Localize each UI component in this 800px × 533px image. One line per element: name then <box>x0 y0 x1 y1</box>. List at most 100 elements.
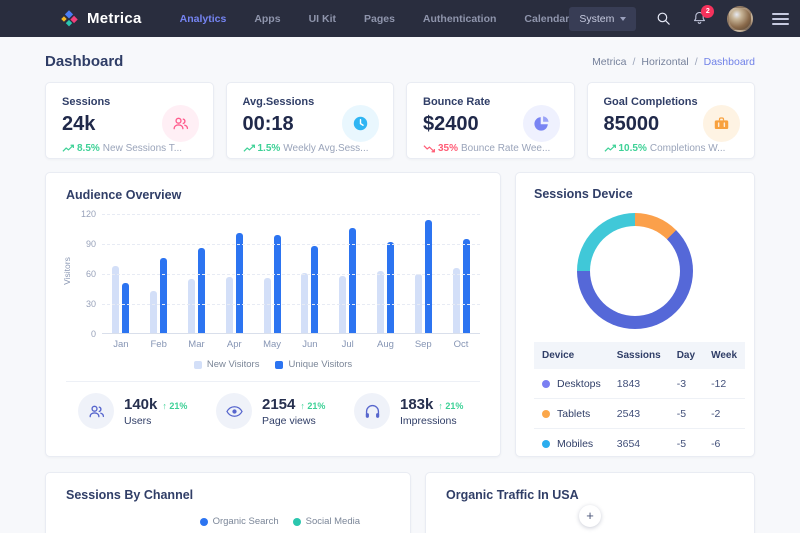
menu-toggle-icon[interactable] <box>772 13 789 25</box>
device-table-header: Week <box>703 342 745 369</box>
notification-badge: 2 <box>701 5 714 18</box>
legend-marker <box>275 361 283 369</box>
user-avatar[interactable] <box>727 6 753 32</box>
device-table-header: Day <box>669 342 703 369</box>
stat-description: 35% Bounce Rate Wee... <box>423 143 558 154</box>
trend-down-icon <box>423 144 435 153</box>
bar-unique-visitors[interactable] <box>160 258 167 333</box>
table-row-desktops[interactable]: Desktops1843-3-12 <box>534 369 745 399</box>
nav-item-analytics[interactable]: Analytics <box>180 13 227 25</box>
stat-desc-text: Weekly Avg.Sess... <box>283 143 368 154</box>
audience-bar-chart[interactable]: Visitors 0306090120 JanFebMarAprMayJunJu… <box>66 214 480 350</box>
legend-item-new-visitors[interactable]: New Visitors <box>194 359 260 370</box>
breadcrumb-item-metrica[interactable]: Metrica <box>592 56 626 68</box>
search-button[interactable] <box>655 10 672 27</box>
bar-unique-visitors[interactable] <box>425 220 432 333</box>
audience-stat-users: 140k ↑ 21% Users <box>66 393 204 429</box>
stat-card-goal-completions[interactable]: Goal Completions 85000 10.5% Completions… <box>587 82 756 159</box>
stat-card-sessions[interactable]: Sessions 24k 8.5% New Sessions T... <box>45 82 214 159</box>
nav-item-ui-kit[interactable]: UI Kit <box>309 13 336 25</box>
stat-pct: 35% <box>438 143 458 154</box>
audience-stat-label: Impressions <box>400 415 463 427</box>
bar-new-visitors[interactable] <box>301 273 308 333</box>
breadcrumb-item-dashboard[interactable]: Dashboard <box>704 56 755 68</box>
y-tick: 60 <box>86 269 96 279</box>
legend-marker <box>293 518 301 526</box>
sessions-device-title: Sessions Device <box>534 187 736 201</box>
brand-logo[interactable]: Metrica <box>58 8 142 30</box>
breadcrumb-separator: / <box>633 56 636 68</box>
bar-new-visitors[interactable] <box>453 268 460 333</box>
trend-up-icon <box>62 144 74 153</box>
audience-stat-pct: ↑ 21% <box>162 401 187 411</box>
x-tick: May <box>253 339 291 350</box>
device-dot-icon <box>542 410 550 418</box>
nav-item-calendar[interactable]: Calendar <box>524 13 569 25</box>
table-row-tablets[interactable]: Tablets2543-5-2 <box>534 399 745 429</box>
device-name: Desktops <box>557 378 601 390</box>
legend-item-organic-search[interactable]: Organic Search <box>200 516 279 527</box>
bottom-row: Sessions By Channel Organic Search Social… <box>45 472 755 533</box>
stat-desc-text: Bounce Rate Wee... <box>461 143 550 154</box>
audience-stat-impressions: 183k ↑ 21% Impressions <box>342 393 480 429</box>
bar-unique-visitors[interactable] <box>198 248 205 333</box>
bar-new-visitors[interactable] <box>264 278 271 333</box>
x-tick: Apr <box>215 339 253 350</box>
nav-item-apps[interactable]: Apps <box>254 13 280 25</box>
chevron-down-icon <box>620 17 626 21</box>
bar-unique-visitors[interactable] <box>463 239 470 333</box>
legend-item-social-media[interactable]: Social Media <box>293 516 360 527</box>
device-table: DeviceSassionsDayWeek Desktops1843-3-12T… <box>534 342 745 457</box>
audience-stat-value: 140k <box>124 396 157 413</box>
bar-unique-visitors[interactable] <box>122 283 129 333</box>
audience-stat-label: Users <box>124 415 187 427</box>
stat-card-avg-sessions[interactable]: Avg.Sessions 00:18 1.5% Weekly Avg.Sess.… <box>226 82 395 159</box>
x-tick: Jun <box>291 339 329 350</box>
x-tick: Jul <box>329 339 367 350</box>
clock-icon <box>342 105 379 142</box>
bar-new-visitors[interactable] <box>150 291 157 333</box>
x-tick: Feb <box>140 339 178 350</box>
bar-new-visitors[interactable] <box>112 266 119 333</box>
audience-stat-pct: ↑ 21% <box>438 401 463 411</box>
legend-item-unique-visitors[interactable]: Unique Visitors <box>275 359 352 370</box>
bar-unique-visitors[interactable] <box>274 235 281 333</box>
search-icon <box>655 10 672 27</box>
bar-unique-visitors[interactable] <box>236 233 243 333</box>
y-tick: 0 <box>91 329 96 339</box>
gridline <box>102 304 480 305</box>
device-table-header: Sassions <box>609 342 669 369</box>
nav-item-authentication[interactable]: Authentication <box>423 13 497 25</box>
breadcrumb-item-horizontal[interactable]: Horizontal <box>641 56 688 68</box>
stat-card-bounce-rate[interactable]: Bounce Rate $2400 35% Bounce Rate Wee... <box>406 82 575 159</box>
legend-marker <box>194 361 202 369</box>
device-week: -2 <box>703 399 745 429</box>
device-dot-icon <box>542 440 550 448</box>
bar-new-visitors[interactable] <box>188 279 195 333</box>
notifications-button[interactable]: 2 <box>691 10 708 27</box>
page-title: Dashboard <box>45 53 123 70</box>
table-row-mobiles[interactable]: Mobiles3654-5-6 <box>534 429 745 458</box>
main-row: Audience Overview Visitors 0306090120 Ja… <box>45 172 755 457</box>
x-tick: Jan <box>102 339 140 350</box>
bar-new-visitors[interactable] <box>226 277 233 333</box>
bar-new-visitors[interactable] <box>377 271 384 333</box>
device-week: -12 <box>703 369 745 399</box>
sessions-by-channel-title: Sessions By Channel <box>66 488 390 502</box>
breadcrumb-separator: / <box>695 56 698 68</box>
bar-unique-visitors[interactable] <box>387 242 394 333</box>
device-day: -3 <box>669 369 703 399</box>
nav-item-pages[interactable]: Pages <box>364 13 395 25</box>
headphones-icon <box>354 393 390 429</box>
stat-desc-text: New Sessions T... <box>103 143 182 154</box>
pie-chart-icon <box>523 105 560 142</box>
system-dropdown[interactable]: System <box>569 7 636 31</box>
stat-cards-row: Sessions 24k 8.5% New Sessions T... Avg.… <box>45 82 755 159</box>
system-dropdown-label: System <box>579 13 614 25</box>
sessions-device-donut-chart[interactable] <box>577 213 693 329</box>
map-zoom-in-button[interactable]: + <box>579 505 601 527</box>
bar-unique-visitors[interactable] <box>311 246 318 333</box>
x-tick: Sep <box>404 339 442 350</box>
gridline <box>102 244 480 245</box>
y-tick: 30 <box>86 299 96 309</box>
